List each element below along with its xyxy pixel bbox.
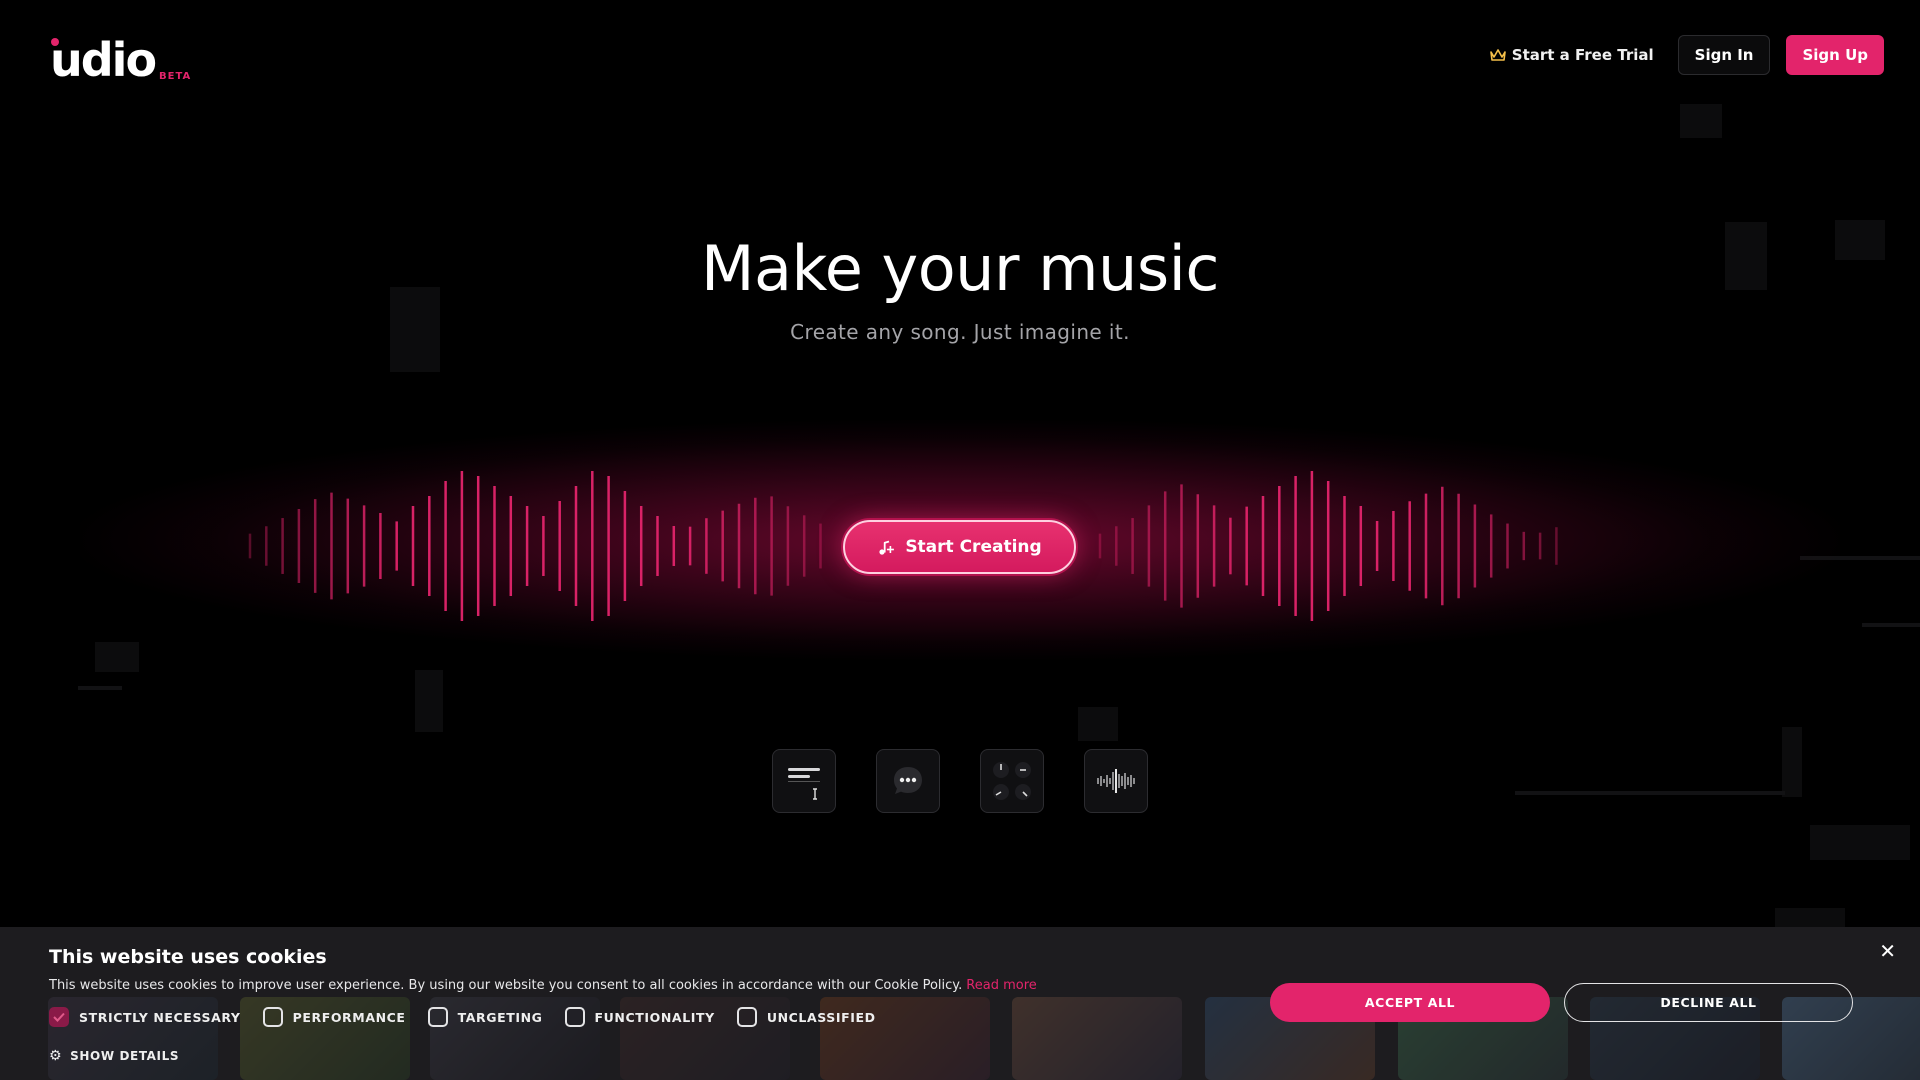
cookie-description: This website uses cookies to improve use… — [49, 978, 1037, 993]
text-lines-icon — [788, 768, 820, 800]
tool-icons-row — [772, 749, 1148, 813]
accept-all-button[interactable]: ACCEPT ALL — [1270, 983, 1550, 1022]
unclassified-checkbox[interactable] — [736, 1007, 757, 1027]
cookie-option-unclassified: UNCLASSIFIED — [736, 1007, 876, 1027]
show-details-label: SHOW DETAILS — [70, 1049, 180, 1063]
cookie-option-label: FUNCTIONALITY — [594, 1009, 715, 1025]
knobs-icon — [993, 762, 1031, 800]
prompt-chat-tool[interactable] — [876, 749, 940, 813]
cookie-option-label: PERFORMANCE — [292, 1009, 406, 1025]
cookie-option-performance: PERFORMANCE — [262, 1007, 406, 1027]
performance-checkbox[interactable] — [262, 1007, 283, 1027]
start-creating-button[interactable]: Start Creating — [843, 520, 1076, 574]
lyrics-editor-tool[interactable] — [772, 749, 836, 813]
gear-icon: ⚙ — [49, 1048, 63, 1064]
check-icon — [53, 1012, 65, 1022]
cookie-title: This website uses cookies — [49, 946, 327, 968]
show-details-toggle[interactable]: ⚙ SHOW DETAILS — [49, 1048, 179, 1064]
read-more-link[interactable]: Read more — [966, 978, 1036, 993]
cookie-description-text: This website uses cookies to improve use… — [49, 978, 963, 993]
audio-waveform-tool[interactable] — [1084, 749, 1148, 813]
cookie-banner: This website uses cookies This website u… — [0, 927, 1920, 1080]
knobs-controls-tool[interactable] — [980, 749, 1044, 813]
background-thumbnail — [1012, 997, 1182, 1080]
chat-bubble-icon — [894, 767, 922, 794]
strictly-necessary-checkbox[interactable] — [49, 1007, 69, 1027]
cookie-option-label: TARGETING — [457, 1009, 543, 1025]
cookie-option-label: UNCLASSIFIED — [766, 1009, 876, 1025]
waveform-icon — [1097, 769, 1135, 793]
cookie-option-targeting: TARGETING — [427, 1007, 543, 1027]
start-creating-label: Start Creating — [905, 537, 1042, 557]
cookie-option-strictly-necessary: STRICTLY NECESSARY — [49, 1007, 241, 1027]
functionality-checkbox[interactable] — [564, 1007, 585, 1027]
targeting-checkbox[interactable] — [427, 1007, 448, 1027]
music-note-plus-icon — [879, 540, 895, 555]
decline-all-button[interactable]: DECLINE ALL — [1564, 983, 1853, 1022]
cookie-options: STRICTLY NECESSARY PERFORMANCE TARGETING… — [49, 1007, 898, 1027]
close-icon[interactable]: ✕ — [1879, 939, 1896, 963]
cookie-option-label: STRICTLY NECESSARY — [79, 1009, 241, 1025]
cookie-option-functionality: FUNCTIONALITY — [564, 1007, 715, 1027]
